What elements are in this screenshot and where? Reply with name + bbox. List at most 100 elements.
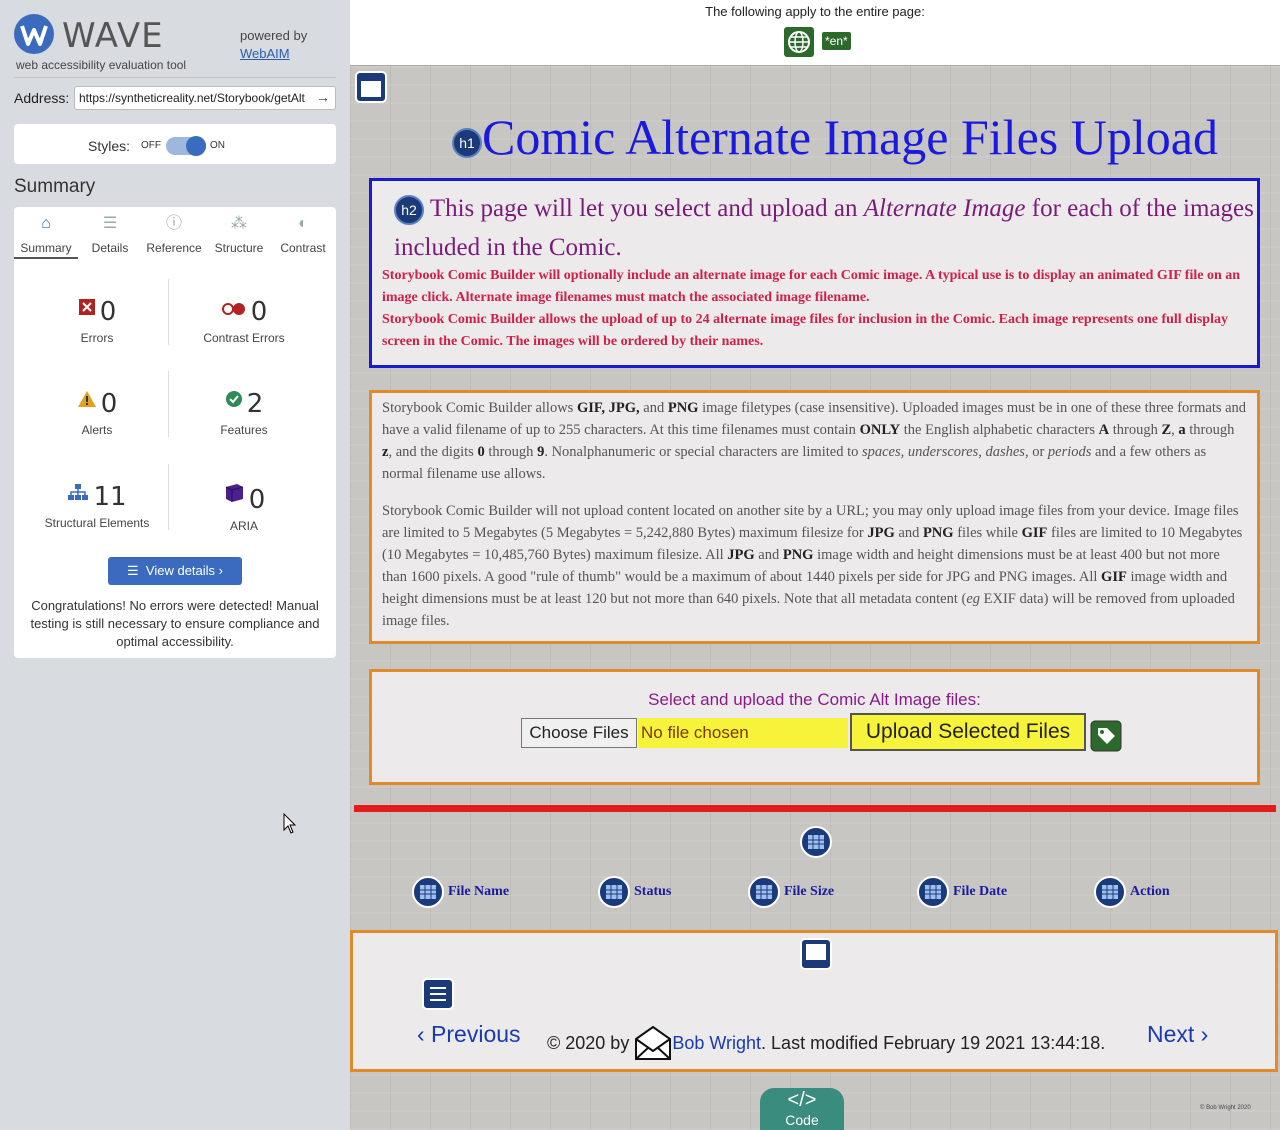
contrast-errors-count: 0 bbox=[250, 297, 268, 327]
tab-label: Details bbox=[91, 241, 129, 255]
copyright-text: © 2020 by bbox=[547, 1033, 635, 1053]
tab-structure[interactable]: ⁂ Structure bbox=[207, 213, 271, 255]
summary-heading: Summary bbox=[14, 176, 96, 197]
styles-on-label: ON bbox=[210, 140, 225, 151]
structure-stat: 11 Structural Elements bbox=[22, 482, 172, 530]
home-icon: ⌂ bbox=[41, 215, 51, 232]
divider bbox=[14, 77, 336, 78]
copyright-line: © 2020 by Bob Wright. Last modified Febr… bbox=[547, 1025, 1105, 1061]
wave-title: WAVE bbox=[62, 16, 164, 56]
h2-badge[interactable]: h2 bbox=[394, 195, 424, 226]
list-icon: ☰ bbox=[127, 563, 146, 578]
table-header-icon[interactable] bbox=[412, 876, 444, 913]
styles-label: Styles: bbox=[88, 138, 131, 154]
features-label: Features bbox=[220, 423, 268, 437]
alert-icon bbox=[77, 391, 96, 407]
upload-form-title: Select and upload the Comic Alt Image fi… bbox=[648, 690, 981, 709]
table-icon[interactable] bbox=[800, 826, 832, 863]
upload-form-box: Select and upload the Comic Alt Image fi… bbox=[369, 669, 1260, 785]
credit-text: © Bob Wright 2020 bbox=[1200, 1105, 1251, 1111]
tab-summary[interactable]: ⌂ Summary bbox=[14, 213, 78, 259]
structure-label: Structural Elements bbox=[44, 516, 150, 530]
tab-label: Contrast bbox=[280, 241, 326, 255]
footer-landmark-icon[interactable] bbox=[799, 937, 833, 976]
intro-box: h2 This page will let you select and upl… bbox=[369, 178, 1260, 368]
envelope-icon[interactable] bbox=[634, 1025, 672, 1061]
contrast-error-icon bbox=[221, 303, 245, 315]
toggle-knob bbox=[186, 136, 206, 156]
aria-count: 0 bbox=[248, 485, 266, 515]
errors-label: Errors bbox=[80, 331, 114, 345]
structure-icon bbox=[68, 484, 89, 500]
intro-heading-em: Alternate Image bbox=[863, 195, 1026, 222]
tab-reference[interactable]: ⓘ Reference bbox=[142, 213, 206, 255]
contrast-icon: ◐ bbox=[298, 215, 308, 232]
language-badge[interactable]: *en* bbox=[822, 32, 851, 50]
view-details-button[interactable]: ☰ View details › bbox=[108, 557, 242, 585]
page-title-text: Comic Alternate Image Files Upload bbox=[482, 109, 1218, 165]
h1-badge[interactable]: h1 bbox=[452, 127, 482, 158]
alerts-count: 0 bbox=[100, 389, 118, 419]
tab-details[interactable]: ☰ Details bbox=[78, 213, 142, 255]
aria-stat: 0 ARIA bbox=[169, 482, 319, 533]
intro-heading-part1: This page will let you select and upload… bbox=[429, 195, 864, 222]
next-link[interactable]: Next › bbox=[1147, 1021, 1208, 1048]
page-title: h1 Comic Alternate Image Files Upload bbox=[452, 108, 1218, 166]
code-toggle-button[interactable]: </> Code bbox=[760, 1088, 844, 1130]
styles-toggle[interactable] bbox=[166, 136, 206, 156]
tab-label: Reference bbox=[146, 241, 202, 255]
wave-sidebar: WAVE web accessibility evaluation tool p… bbox=[0, 0, 350, 1130]
intro-text: Storybook Comic Builder will optionally … bbox=[382, 265, 1258, 353]
tab-contrast[interactable]: ◐ Contrast bbox=[271, 213, 335, 255]
styles-off-label: OFF bbox=[141, 140, 161, 151]
intro-paragraph-1: Storybook Comic Builder will optionally … bbox=[382, 268, 1241, 305]
column-header-action: Action bbox=[1130, 884, 1170, 899]
features-count: 2 bbox=[246, 389, 264, 419]
column-header-status: Status bbox=[634, 884, 672, 899]
address-input[interactable]: https://syntheticreality.net/Storybook/g… bbox=[74, 86, 336, 110]
intro-paragraph-2: Storybook Comic Builder allows the uploa… bbox=[382, 312, 1228, 349]
info-box: Storybook Comic Builder allows GIF, JPG,… bbox=[369, 390, 1260, 644]
summary-panel: ⌂ Summary ☰ Details ⓘ Reference ⁂ Struct… bbox=[14, 207, 336, 658]
column-header-file-date: File Date bbox=[953, 884, 1008, 899]
choose-files-button[interactable]: Choose Files bbox=[521, 718, 637, 748]
label-tag-icon[interactable] bbox=[1090, 720, 1122, 757]
last-modified-text: . Last modified February 19 2021 13:44:1… bbox=[761, 1033, 1106, 1053]
table-header-icon[interactable] bbox=[1094, 876, 1126, 913]
author-link[interactable]: Bob Wright bbox=[672, 1033, 761, 1053]
powered-by-label: powered by bbox=[240, 28, 308, 43]
table-header-icon[interactable] bbox=[748, 876, 780, 913]
wave-subtitle: web accessibility evaluation tool bbox=[16, 58, 187, 72]
header-landmark-icon[interactable] bbox=[354, 70, 388, 109]
upload-selected-files-button[interactable]: Upload Selected Files bbox=[850, 713, 1086, 751]
code-tab-label: Code bbox=[785, 1112, 819, 1128]
aria-cube-icon bbox=[225, 484, 243, 502]
features-stat: 2 Features bbox=[169, 389, 319, 437]
table-header-icon[interactable] bbox=[598, 876, 630, 913]
structure-count: 11 bbox=[93, 482, 127, 512]
contrast-errors-label: Contrast Errors bbox=[203, 331, 285, 345]
file-chosen-status: No file chosen bbox=[638, 718, 848, 748]
table-header-icon[interactable] bbox=[917, 876, 949, 913]
intro-heading: h2 This page will let you select and upl… bbox=[394, 189, 1254, 267]
congrats-message: Congratulations! No errors were detected… bbox=[30, 598, 320, 649]
arrow-right-icon[interactable]: → bbox=[316, 89, 330, 105]
info-icon: ⓘ bbox=[165, 215, 182, 232]
info-paragraph-2: Storybook Comic Builder will not upload … bbox=[382, 503, 1243, 629]
previous-link[interactable]: ‹ Previous bbox=[417, 1021, 521, 1048]
navigation-landmark-icon[interactable] bbox=[421, 977, 455, 1016]
page-level-text: The following apply to the entire page: bbox=[705, 4, 925, 19]
alerts-stat: 0 Alerts bbox=[22, 389, 172, 437]
error-icon bbox=[78, 299, 95, 315]
webaim-link[interactable]: WebAIM bbox=[240, 46, 290, 61]
code-brackets-icon: </> bbox=[787, 1089, 817, 1111]
tab-label: Summary bbox=[20, 241, 72, 255]
page-content: The following apply to the entire page: … bbox=[350, 0, 1280, 1130]
tab-label: Structure bbox=[214, 241, 264, 255]
red-divider bbox=[354, 805, 1276, 812]
wave-logo-icon bbox=[14, 14, 54, 54]
language-globe-icon[interactable] bbox=[784, 27, 814, 57]
page-level-bar: The following apply to the entire page: … bbox=[350, 0, 1280, 66]
aria-label: ARIA bbox=[229, 519, 258, 533]
info-paragraph-1: Storybook Comic Builder allows GIF, JPG,… bbox=[382, 400, 1247, 482]
